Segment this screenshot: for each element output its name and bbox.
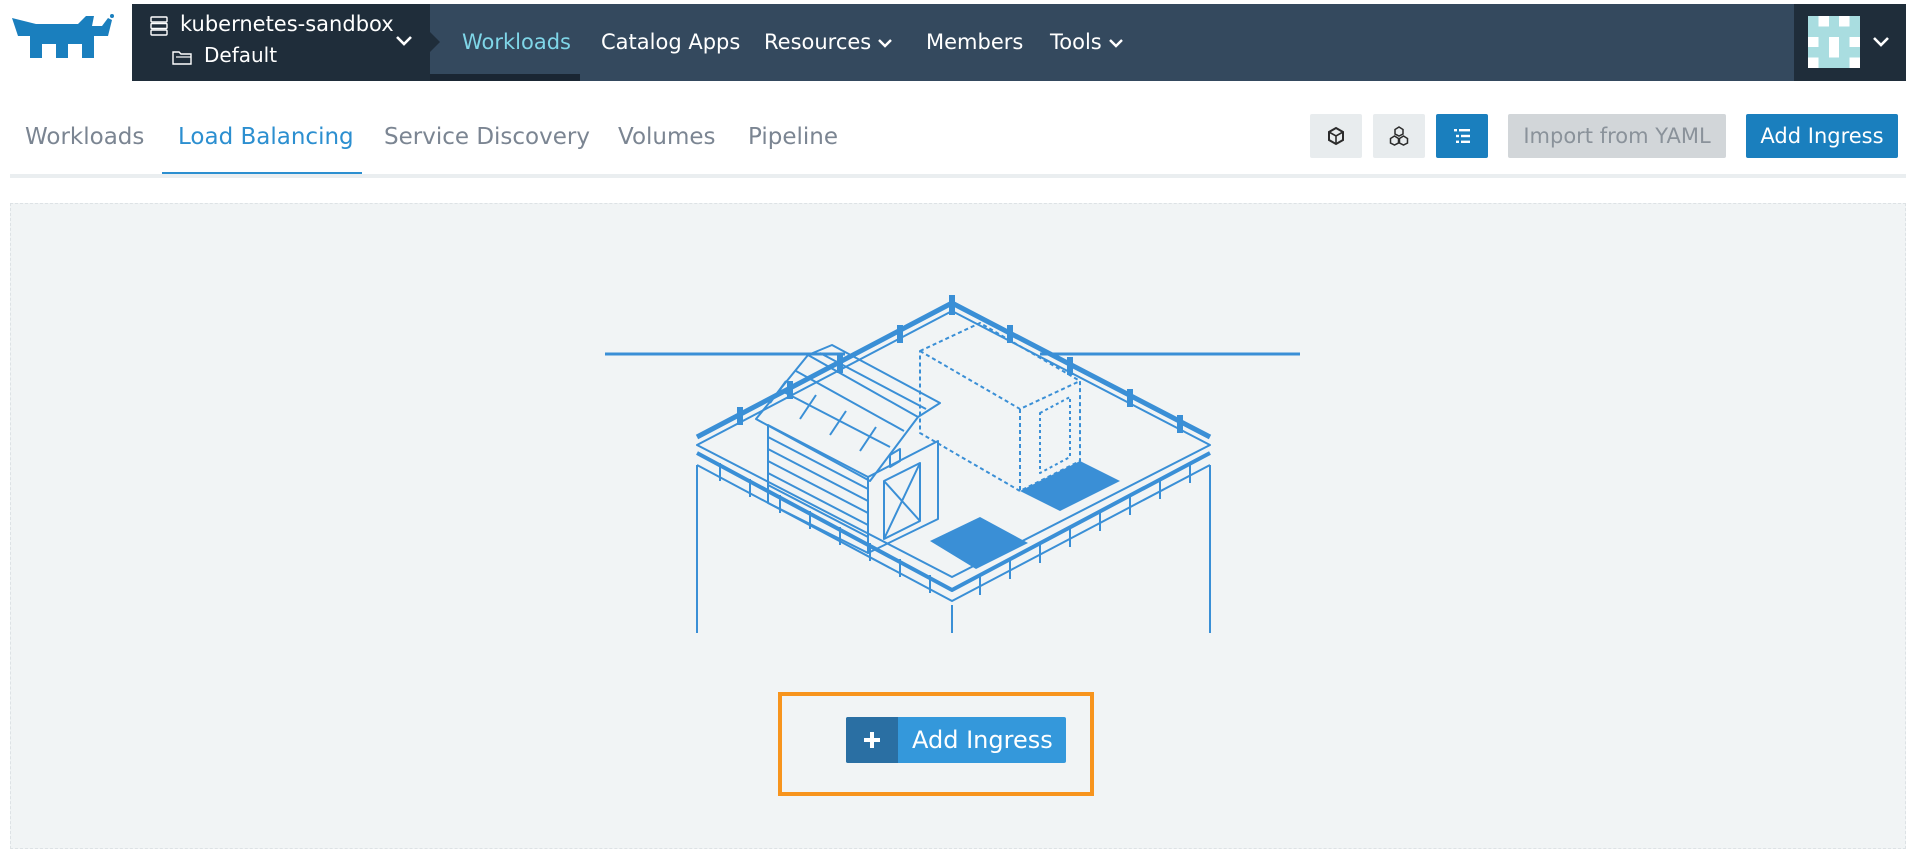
- server-icon: [150, 16, 168, 36]
- chevron-down-icon: [878, 39, 893, 48]
- add-ingress-empty-button[interactable]: Add Ingress: [846, 717, 1066, 763]
- nav-resources-label: Resources: [764, 30, 872, 54]
- project-name: Default: [204, 43, 278, 67]
- list-icon: [1454, 129, 1470, 143]
- tab-pipeline[interactable]: Pipeline: [748, 100, 838, 175]
- nav-workloads[interactable]: Workloads: [462, 4, 571, 81]
- view-list-button[interactable]: [1436, 114, 1488, 158]
- import-yaml-button[interactable]: Import from YAML: [1508, 114, 1726, 158]
- chevron-down-icon: [396, 36, 412, 46]
- nav-tools-label: Tools: [1050, 30, 1102, 54]
- avatar: [1808, 16, 1860, 68]
- tab-service-discovery[interactable]: Service Discovery: [384, 100, 590, 175]
- cluster-icon: [1389, 126, 1409, 146]
- divider: [10, 174, 1906, 178]
- folder-icon: [172, 51, 192, 65]
- chevron-down-icon: [1108, 39, 1123, 48]
- add-ingress-label: Add Ingress: [912, 726, 1053, 754]
- cluster-project-switcher[interactable]: kubernetes-sandbox Default: [132, 4, 440, 81]
- chevron-down-icon: [1873, 37, 1889, 47]
- top-navbar: kubernetes-sandbox Default Workloads Cat…: [132, 4, 1906, 81]
- barn-illustration: [605, 295, 1300, 633]
- cluster-name: kubernetes-sandbox: [180, 12, 394, 36]
- tab-workloads[interactable]: Workloads: [25, 100, 144, 175]
- nav-members[interactable]: Members: [926, 4, 1023, 81]
- plus-icon-box: [846, 717, 898, 763]
- view-grouped-button[interactable]: [1373, 114, 1425, 158]
- tab-volumes[interactable]: Volumes: [618, 100, 716, 175]
- tab-load-balancing[interactable]: Load Balancing: [178, 100, 354, 175]
- add-ingress-button[interactable]: Add Ingress: [1746, 114, 1898, 158]
- user-menu[interactable]: [1794, 4, 1906, 81]
- nav-resources[interactable]: Resources: [764, 4, 893, 81]
- plus-icon: [864, 732, 880, 748]
- cube-icon: [1328, 126, 1344, 146]
- nav-tools[interactable]: Tools: [1050, 4, 1124, 81]
- nav-catalog-apps[interactable]: Catalog Apps: [601, 4, 740, 81]
- view-flat-button[interactable]: [1310, 114, 1362, 158]
- rancher-logo-icon[interactable]: [8, 12, 116, 66]
